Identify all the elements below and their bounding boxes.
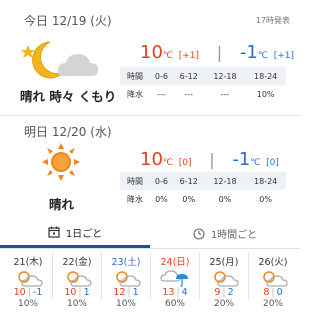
rain-value: 10% [256, 89, 275, 99]
sun-cloud-icon [55, 269, 99, 287]
rain-value: 0% [155, 194, 168, 204]
today-temps: 10℃ [+1] | -1℃ [+1] [140, 42, 294, 63]
rain-value: --- [220, 89, 230, 99]
today-condition: 晴れ 時々 くもり [20, 89, 117, 104]
tomorrow-low: -1 [232, 149, 251, 170]
day-forecast[interactable]: 23(土) 12 | 1 10% [104, 252, 148, 317]
tab-hourly-label: 1時間ごと [210, 230, 258, 241]
day-forecast[interactable]: 21(木) 10 | -1 10% [6, 252, 50, 317]
rain-value: 0% [182, 194, 196, 204]
day-precip: 10% [17, 299, 38, 309]
forecast-tabs: 1日ごと 1時間ごと [0, 219, 300, 249]
day-low: 2 [227, 287, 234, 298]
day-forecast[interactable]: 26(火) 8 | 0 20% [251, 252, 295, 317]
today-low: -1 [239, 42, 258, 63]
day-high: 12 [113, 287, 126, 298]
day-low: 0 [276, 287, 283, 298]
period: 18-24 [245, 172, 286, 190]
cloud-umbrella-icon [153, 269, 197, 288]
day-name: 23(土) [111, 257, 141, 268]
sun-cloud-icon [251, 269, 295, 287]
today-low-diff: [+1] [273, 51, 294, 61]
tab-daily-label: 1日ごと [65, 228, 103, 240]
tomorrow-high-unit: ℃ [162, 158, 174, 168]
day-precip: 20% [213, 299, 234, 309]
tomorrow-date: 明日 12/20 (水) [24, 125, 112, 139]
sun-icon [42, 143, 80, 181]
calendar-icon [48, 226, 60, 238]
sun-cloud-icon [202, 269, 246, 287]
today-rain-table: 時間 0-6 6-12 12-18 18-24 降水 --- --- --- 1… [120, 67, 286, 103]
tomorrow-rain-table: 時間 0-6 6-12 12-18 18-24 降水 0% 0% 0% 0% [120, 172, 286, 208]
day-precip: 20% [262, 299, 283, 309]
period: 6-12 [172, 172, 205, 190]
day-name: 24(日) [160, 257, 190, 268]
tab-hourly[interactable]: 1時間ごと [150, 219, 300, 248]
day-precip: 10% [115, 299, 136, 309]
period: 0-6 [150, 67, 173, 85]
day-high: 9 [214, 287, 221, 298]
today-high: 10 [140, 42, 163, 63]
day-high: 8 [263, 287, 270, 298]
period: 0-6 [150, 172, 173, 190]
time-label: 時間 [120, 172, 150, 190]
day-low: 1 [83, 287, 90, 298]
weekly-forecast: 21(木) 10 | -1 10% 22(金) 10 | 1 10% 23(土) 12 |… [0, 252, 300, 317]
rain-value: 0% [218, 194, 232, 204]
period: 6-12 [172, 67, 205, 85]
period: 18-24 [245, 67, 286, 85]
day-name: 22(金) [62, 257, 92, 268]
rain-label: 降水 [127, 89, 143, 99]
day-low: 4 [181, 287, 188, 298]
today-card: 今日 12/19 (火) 17時発表 晴れ 時々 くもり 10℃ [+1] | … [0, 0, 300, 116]
rain-label: 降水 [127, 194, 143, 204]
day-low: 1 [132, 287, 139, 298]
day-name: 26(火) [258, 257, 288, 268]
period: 12-18 [204, 172, 246, 190]
today-low-unit: ℃ [257, 51, 268, 61]
today-high-diff: [+1] [178, 51, 200, 61]
today-high-unit: ℃ [162, 51, 174, 61]
tab-daily[interactable]: 1日ごと [0, 219, 150, 248]
rain-value: --- [157, 89, 166, 99]
tomorrow-temps: 10℃ [0] | -1℃ [0] [140, 149, 279, 170]
day-forecast[interactable]: 22(金) 10 | 1 10% [55, 252, 99, 317]
tomorrow-high: 10 [140, 149, 163, 170]
day-name: 21(木) [13, 257, 43, 268]
tomorrow-low-unit: ℃ [250, 158, 261, 168]
day-high: 10 [64, 287, 77, 298]
day-forecast[interactable]: 24(日) 13 | 4 60% [153, 252, 197, 317]
tomorrow-condition: 晴れ [49, 197, 75, 212]
sun-cloud-icon [6, 269, 50, 287]
day-high: 10 [13, 287, 26, 298]
tomorrow-low-diff: [0] [266, 158, 279, 168]
day-precip: 10% [66, 299, 87, 309]
day-precip: 60% [164, 299, 185, 309]
clock-icon [193, 227, 205, 240]
sun-cloud-icon [104, 269, 148, 287]
forecast-source-time: 17時発表 [255, 16, 290, 25]
period: 12-18 [204, 67, 246, 85]
day-high: 13 [162, 287, 175, 298]
day-forecast[interactable]: 25(月) 9 | 2 20% [202, 252, 246, 317]
day-name: 25(月) [209, 257, 239, 268]
rain-value: 0% [259, 194, 272, 204]
time-label: 時間 [120, 67, 150, 85]
tomorrow-high-diff: [0] [178, 158, 192, 168]
rain-value: --- [184, 89, 194, 99]
moon-cloud-icon [21, 41, 98, 79]
day-low: -1 [32, 287, 43, 298]
today-date: 今日 12/19 (火) [24, 14, 112, 28]
